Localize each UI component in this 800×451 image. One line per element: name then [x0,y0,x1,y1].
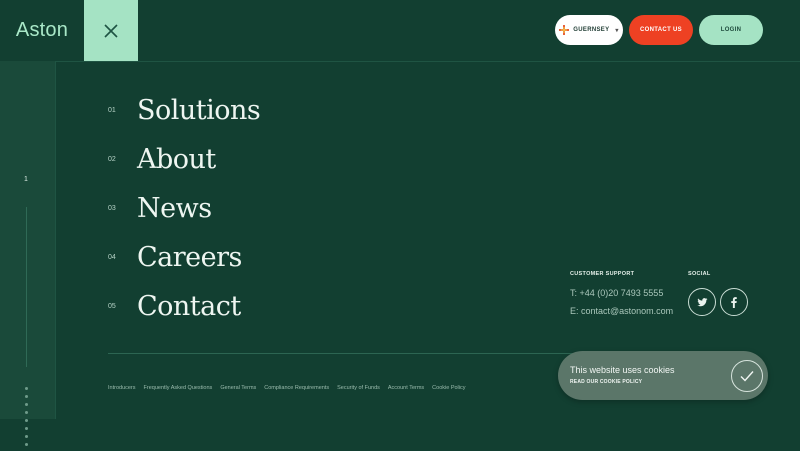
rail-number: 1 [24,176,28,183]
menu-item-label: Contact [137,291,241,322]
left-rail: 1 [0,61,56,446]
menu-item-label: Careers [137,242,242,273]
menu-item-solutions[interactable]: 01 Solutions [108,86,261,135]
menu-item-number: 04 [108,254,116,261]
footer-link-introducers[interactable]: Introducers [108,385,136,391]
footer-link-general-terms[interactable]: General Terms [220,385,256,391]
menu-item-label: News [137,193,212,224]
rail-dots [25,387,28,451]
menu-item-news[interactable]: 03 News [108,184,260,233]
menu-item-label: About [137,144,216,175]
footer-links: Introducers Frequently Asked Questions G… [108,385,466,391]
chevron-down-icon: ▾ [615,27,619,34]
menu-item-number: 02 [108,156,116,163]
footer-link-faq[interactable]: Frequently Asked Questions [144,385,213,391]
footer-link-security-of-funds[interactable]: Security of Funds [337,385,380,391]
menu-item-number: 01 [108,107,116,114]
top-header: Aston GUERNSEY ▾ CONTACT US LOGIN [0,0,800,62]
social: SOCIAL [688,271,748,316]
menu-item-label: Solutions [137,95,261,126]
menu-item-number: 03 [108,205,116,212]
close-menu-button[interactable] [84,0,138,61]
support-email[interactable]: E: contact@astonom.com [570,306,673,316]
logo[interactable]: Aston [0,0,84,61]
menu-item-about[interactable]: 02 About [108,135,260,184]
customer-support: CUSTOMER SUPPORT T: +44 (0)20 7493 5555 … [570,271,673,316]
main-menu: 01 Solutions 02 About 03 News 04 Careers… [108,86,261,331]
footer-link-account-terms[interactable]: Account Terms [388,385,424,391]
location-selector[interactable]: GUERNSEY ▾ [555,15,623,45]
footer-link-cookie-policy[interactable]: Cookie Policy [432,385,465,391]
social-title: SOCIAL [688,271,711,277]
rail-divider [26,207,27,367]
contact-us-button[interactable]: CONTACT US [629,15,693,45]
location-label: GUERNSEY [573,27,610,33]
twitter-button[interactable] [688,288,716,316]
menu-item-number: 05 [108,303,116,310]
close-icon [104,23,118,38]
check-icon [740,371,754,382]
facebook-button[interactable] [720,288,748,316]
cookie-policy-link[interactable]: READ OUR COOKIE POLICY [570,379,642,385]
twitter-icon [696,297,707,306]
accept-cookies-button[interactable] [731,360,763,392]
support-title: CUSTOMER SUPPORT [570,271,635,277]
guernsey-flag-icon [559,25,570,35]
cookie-banner: This website uses cookies READ OUR COOKI… [558,351,768,400]
support-phone[interactable]: T: +44 (0)20 7493 5555 [570,288,673,298]
login-button[interactable]: LOGIN [699,15,763,45]
menu-item-careers[interactable]: 04 Careers [108,233,260,282]
footer-link-compliance[interactable]: Compliance Requirements [264,385,329,391]
facebook-icon [731,296,737,308]
menu-item-contact[interactable]: 05 Contact [108,282,260,331]
cookie-title: This website uses cookies [570,365,675,375]
